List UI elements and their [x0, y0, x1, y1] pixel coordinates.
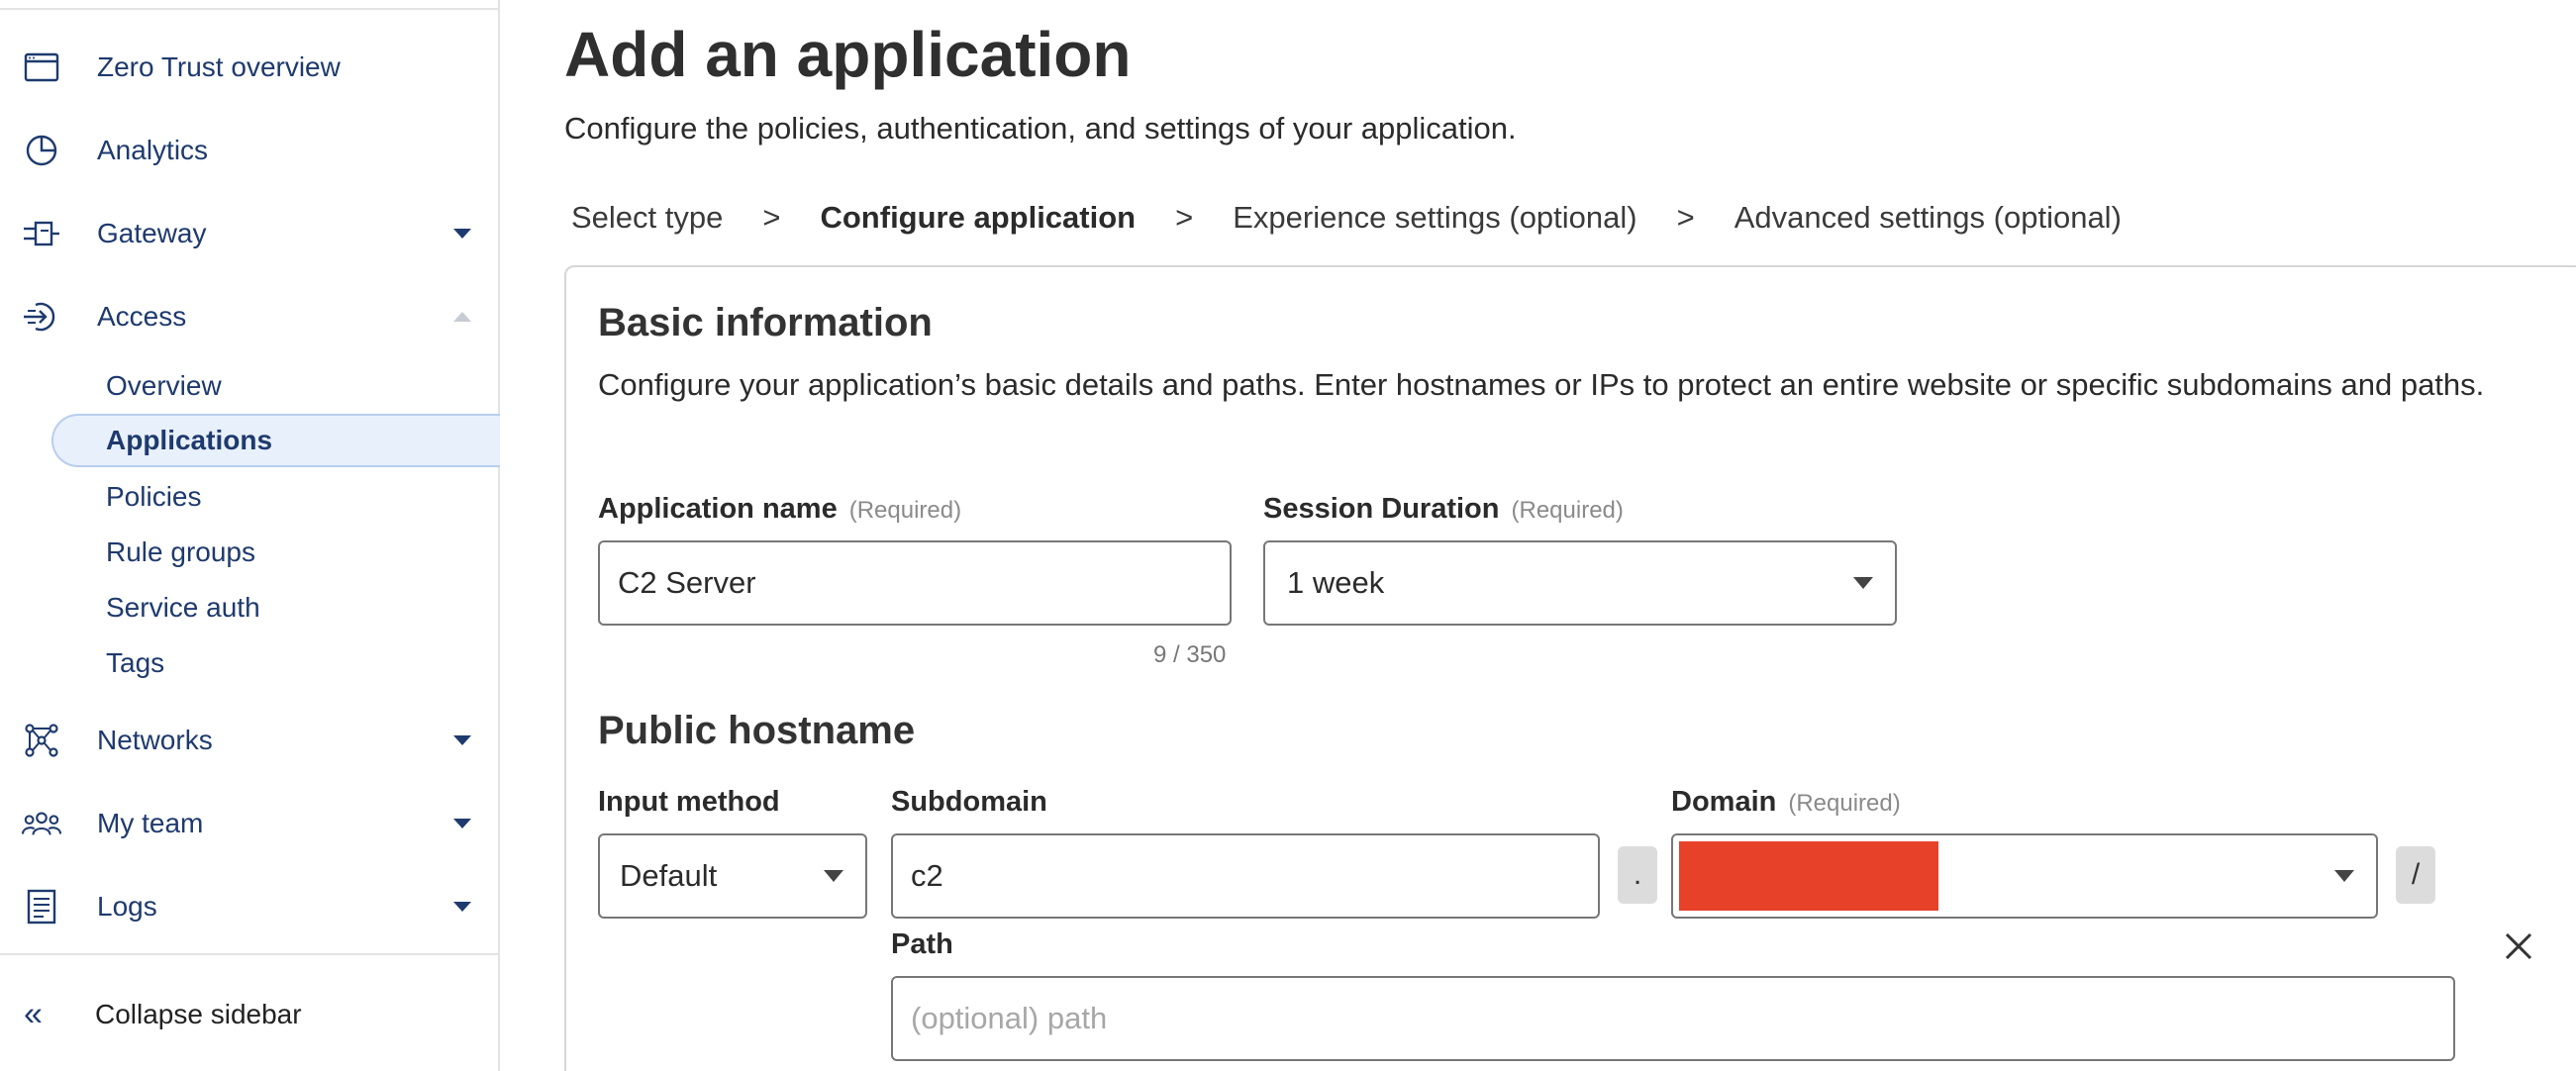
chevron-up-icon[interactable]: [453, 312, 471, 322]
sidebar-bottom-divider: [0, 953, 500, 955]
domain-label: Domain (Required): [1671, 786, 1901, 819]
network-icon: [22, 721, 61, 760]
sidebar-item-label: My team: [97, 808, 204, 838]
required-tag: (Required): [1511, 497, 1624, 524]
sidebar-subitem-service-auth[interactable]: Service auth: [51, 581, 500, 634]
sidebar-subitem-overview[interactable]: Overview: [51, 359, 500, 413]
pie-chart-icon: [22, 131, 61, 170]
step-separator: >: [762, 200, 781, 235]
sidebar-item-logs[interactable]: Logs: [0, 877, 500, 936]
session-duration-select[interactable]: 1 week: [1263, 540, 1897, 626]
sidebar-item-label: Analytics: [97, 135, 209, 165]
sidebar-item-label: Zero Trust overview: [97, 51, 341, 82]
application-name-label-text: Application name: [598, 493, 838, 525]
page-title: Add an application: [564, 19, 1132, 90]
sidebar-subitem-tags[interactable]: Tags: [51, 636, 500, 690]
sidebar-item-access[interactable]: Access: [0, 287, 500, 346]
sidebar-item-zero-trust-overview[interactable]: Zero Trust overview: [0, 38, 500, 97]
access-icon: [22, 297, 61, 337]
step-separator: >: [1676, 200, 1695, 235]
chevron-down-icon[interactable]: [453, 819, 471, 828]
sidebar-item-analytics[interactable]: Analytics: [0, 121, 500, 180]
close-icon[interactable]: [2499, 926, 2538, 966]
step-configure-application[interactable]: Configure application: [820, 200, 1136, 236]
required-tag: (Required): [848, 497, 962, 524]
sidebar-item-label: Access: [97, 301, 187, 332]
domain-select[interactable]: [1671, 833, 2378, 919]
application-name-input[interactable]: C2 Server: [598, 540, 1232, 626]
double-chevron-left-icon: «: [24, 995, 43, 1033]
application-name-value: C2 Server: [618, 565, 756, 600]
sidebar-item-label: Gateway: [97, 218, 207, 248]
chevron-down-icon: [2334, 870, 2354, 882]
sidebar-item-networks[interactable]: Networks: [0, 711, 500, 770]
sidebar-subitem-label: Applications: [106, 425, 273, 455]
session-duration-label-text: Session Duration: [1263, 493, 1500, 525]
sidebar-item-my-team[interactable]: My team: [0, 794, 500, 853]
step-experience-settings[interactable]: Experience settings (optional): [1233, 200, 1636, 236]
subdomain-label: Subdomain: [891, 786, 1047, 818]
application-name-label: Application name (Required): [598, 493, 961, 526]
sidebar-subitem-applications[interactable]: Applications: [51, 414, 500, 467]
team-icon: [22, 804, 61, 843]
domain-label-text: Domain: [1671, 786, 1777, 818]
public-hostname-title: Public hostname: [598, 709, 916, 752]
sidebar-subitem-label: Policies: [106, 481, 202, 512]
main-content: Add an application Configure the policie…: [502, 0, 2576, 1071]
path-label: Path: [891, 928, 953, 960]
subdomain-value: c2: [911, 858, 943, 893]
configure-card: Basic information Configure your applica…: [564, 265, 2576, 1071]
dot-separator: .: [1618, 846, 1657, 904]
sidebar: Zero Trust overview Analytics Gateway Ac…: [0, 0, 500, 1071]
step-select-type[interactable]: Select type: [571, 200, 723, 236]
sidebar-subitem-label: Overview: [106, 370, 222, 401]
input-method-value: Default: [620, 858, 718, 893]
chevron-down-icon[interactable]: [453, 229, 471, 239]
logs-icon: [22, 887, 61, 926]
wizard-steps: Select type > Configure application > Ex…: [571, 200, 2122, 236]
chevron-down-icon[interactable]: [453, 902, 471, 912]
sidebar-subitem-label: Rule groups: [106, 536, 255, 567]
input-method-label: Input method: [598, 786, 780, 818]
page-subtitle: Configure the policies, authentication, …: [564, 111, 1517, 146]
input-method-select[interactable]: Default: [598, 833, 867, 919]
chevron-down-icon: [1853, 577, 1873, 589]
browser-window-icon: [22, 48, 61, 87]
path-placeholder: (optional) path: [911, 1001, 1108, 1035]
collapse-sidebar-label: Collapse sidebar: [95, 999, 302, 1029]
collapse-sidebar-button[interactable]: « Collapse sidebar: [0, 985, 500, 1044]
sidebar-subitem-policies[interactable]: Policies: [51, 470, 500, 524]
character-counter: 9 / 350: [1153, 641, 1227, 668]
path-input[interactable]: (optional) path: [891, 976, 2455, 1061]
basic-information-title: Basic information: [598, 301, 933, 344]
sidebar-item-label: Logs: [97, 891, 157, 922]
slash-separator: /: [2396, 846, 2435, 904]
step-advanced-settings[interactable]: Advanced settings (optional): [1734, 200, 2122, 236]
sidebar-item-label: Networks: [97, 725, 213, 755]
session-duration-value: 1 week: [1287, 565, 1385, 600]
sidebar-top-divider: [0, 8, 500, 10]
chevron-down-icon: [824, 870, 843, 882]
basic-information-description: Configure your application’s basic detai…: [598, 367, 2485, 402]
sidebar-subitem-rule-groups[interactable]: Rule groups: [51, 526, 500, 579]
subdomain-input[interactable]: c2: [891, 833, 1600, 919]
sidebar-item-gateway[interactable]: Gateway: [0, 204, 500, 263]
session-duration-label: Session Duration (Required): [1263, 493, 1624, 526]
required-tag: (Required): [1788, 790, 1901, 817]
sidebar-subitem-label: Service auth: [106, 592, 260, 623]
step-separator: >: [1175, 200, 1194, 235]
sidebar-subitem-label: Tags: [106, 647, 165, 678]
gateway-icon: [22, 214, 61, 253]
chevron-down-icon[interactable]: [453, 735, 471, 745]
redacted-domain: [1679, 841, 1938, 911]
